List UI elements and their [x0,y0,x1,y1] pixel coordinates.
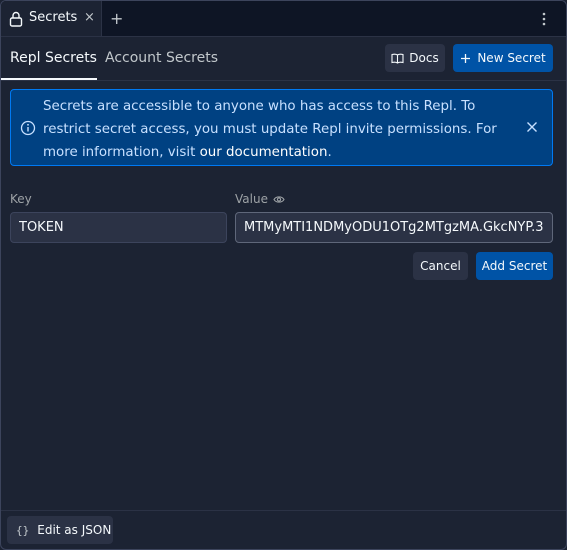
tab-title: Secrets [29,10,78,25]
active-tab-indicator [1,78,97,80]
book-icon [391,53,404,64]
edit-as-json-button[interactable]: {} Edit as JSON [7,516,113,544]
secrets-header: Repl Secrets Account Secrets Docs New Se… [1,37,566,81]
add-secret-button[interactable]: Add Secret [476,252,553,280]
docs-label: Docs [409,51,439,65]
info-banner: Secrets are accessible to anyone who has… [10,89,553,166]
edit-as-json-label: Edit as JSON [37,523,112,537]
value-label: Value [235,192,268,206]
tab-secrets[interactable]: Secrets × [1,1,102,36]
tab-strip: Secrets × + [1,1,566,37]
braces-icon: {} [16,523,30,537]
banner-suffix: . [327,145,332,160]
eye-icon[interactable] [273,195,285,204]
plus-icon [461,53,471,63]
close-icon[interactable] [525,120,539,134]
tab-repl-secrets[interactable]: Repl Secrets [10,50,97,66]
new-secret-button[interactable]: New Secret [453,44,553,72]
plus-icon[interactable]: + [110,9,123,28]
secrets-pane: Secrets × + Repl Secrets Account Secrets… [0,0,567,550]
key-input[interactable] [10,212,227,243]
value-label-wrap: Value [235,192,285,206]
tab-account-secrets[interactable]: Account Secrets [105,50,218,66]
value-input[interactable] [235,212,553,243]
cancel-button[interactable]: Cancel [413,252,468,280]
kebab-menu-icon[interactable] [538,11,550,27]
info-icon [20,120,36,136]
docs-button[interactable]: Docs [385,44,445,72]
footer: {} Edit as JSON [1,510,566,549]
close-icon[interactable]: × [84,10,95,25]
key-label: Key [10,192,32,206]
lock-icon [9,11,23,27]
new-secret-label: New Secret [477,51,546,65]
documentation-link[interactable]: our documentation [200,145,328,160]
banner-text: Secrets are accessible to anyone who has… [43,95,513,164]
